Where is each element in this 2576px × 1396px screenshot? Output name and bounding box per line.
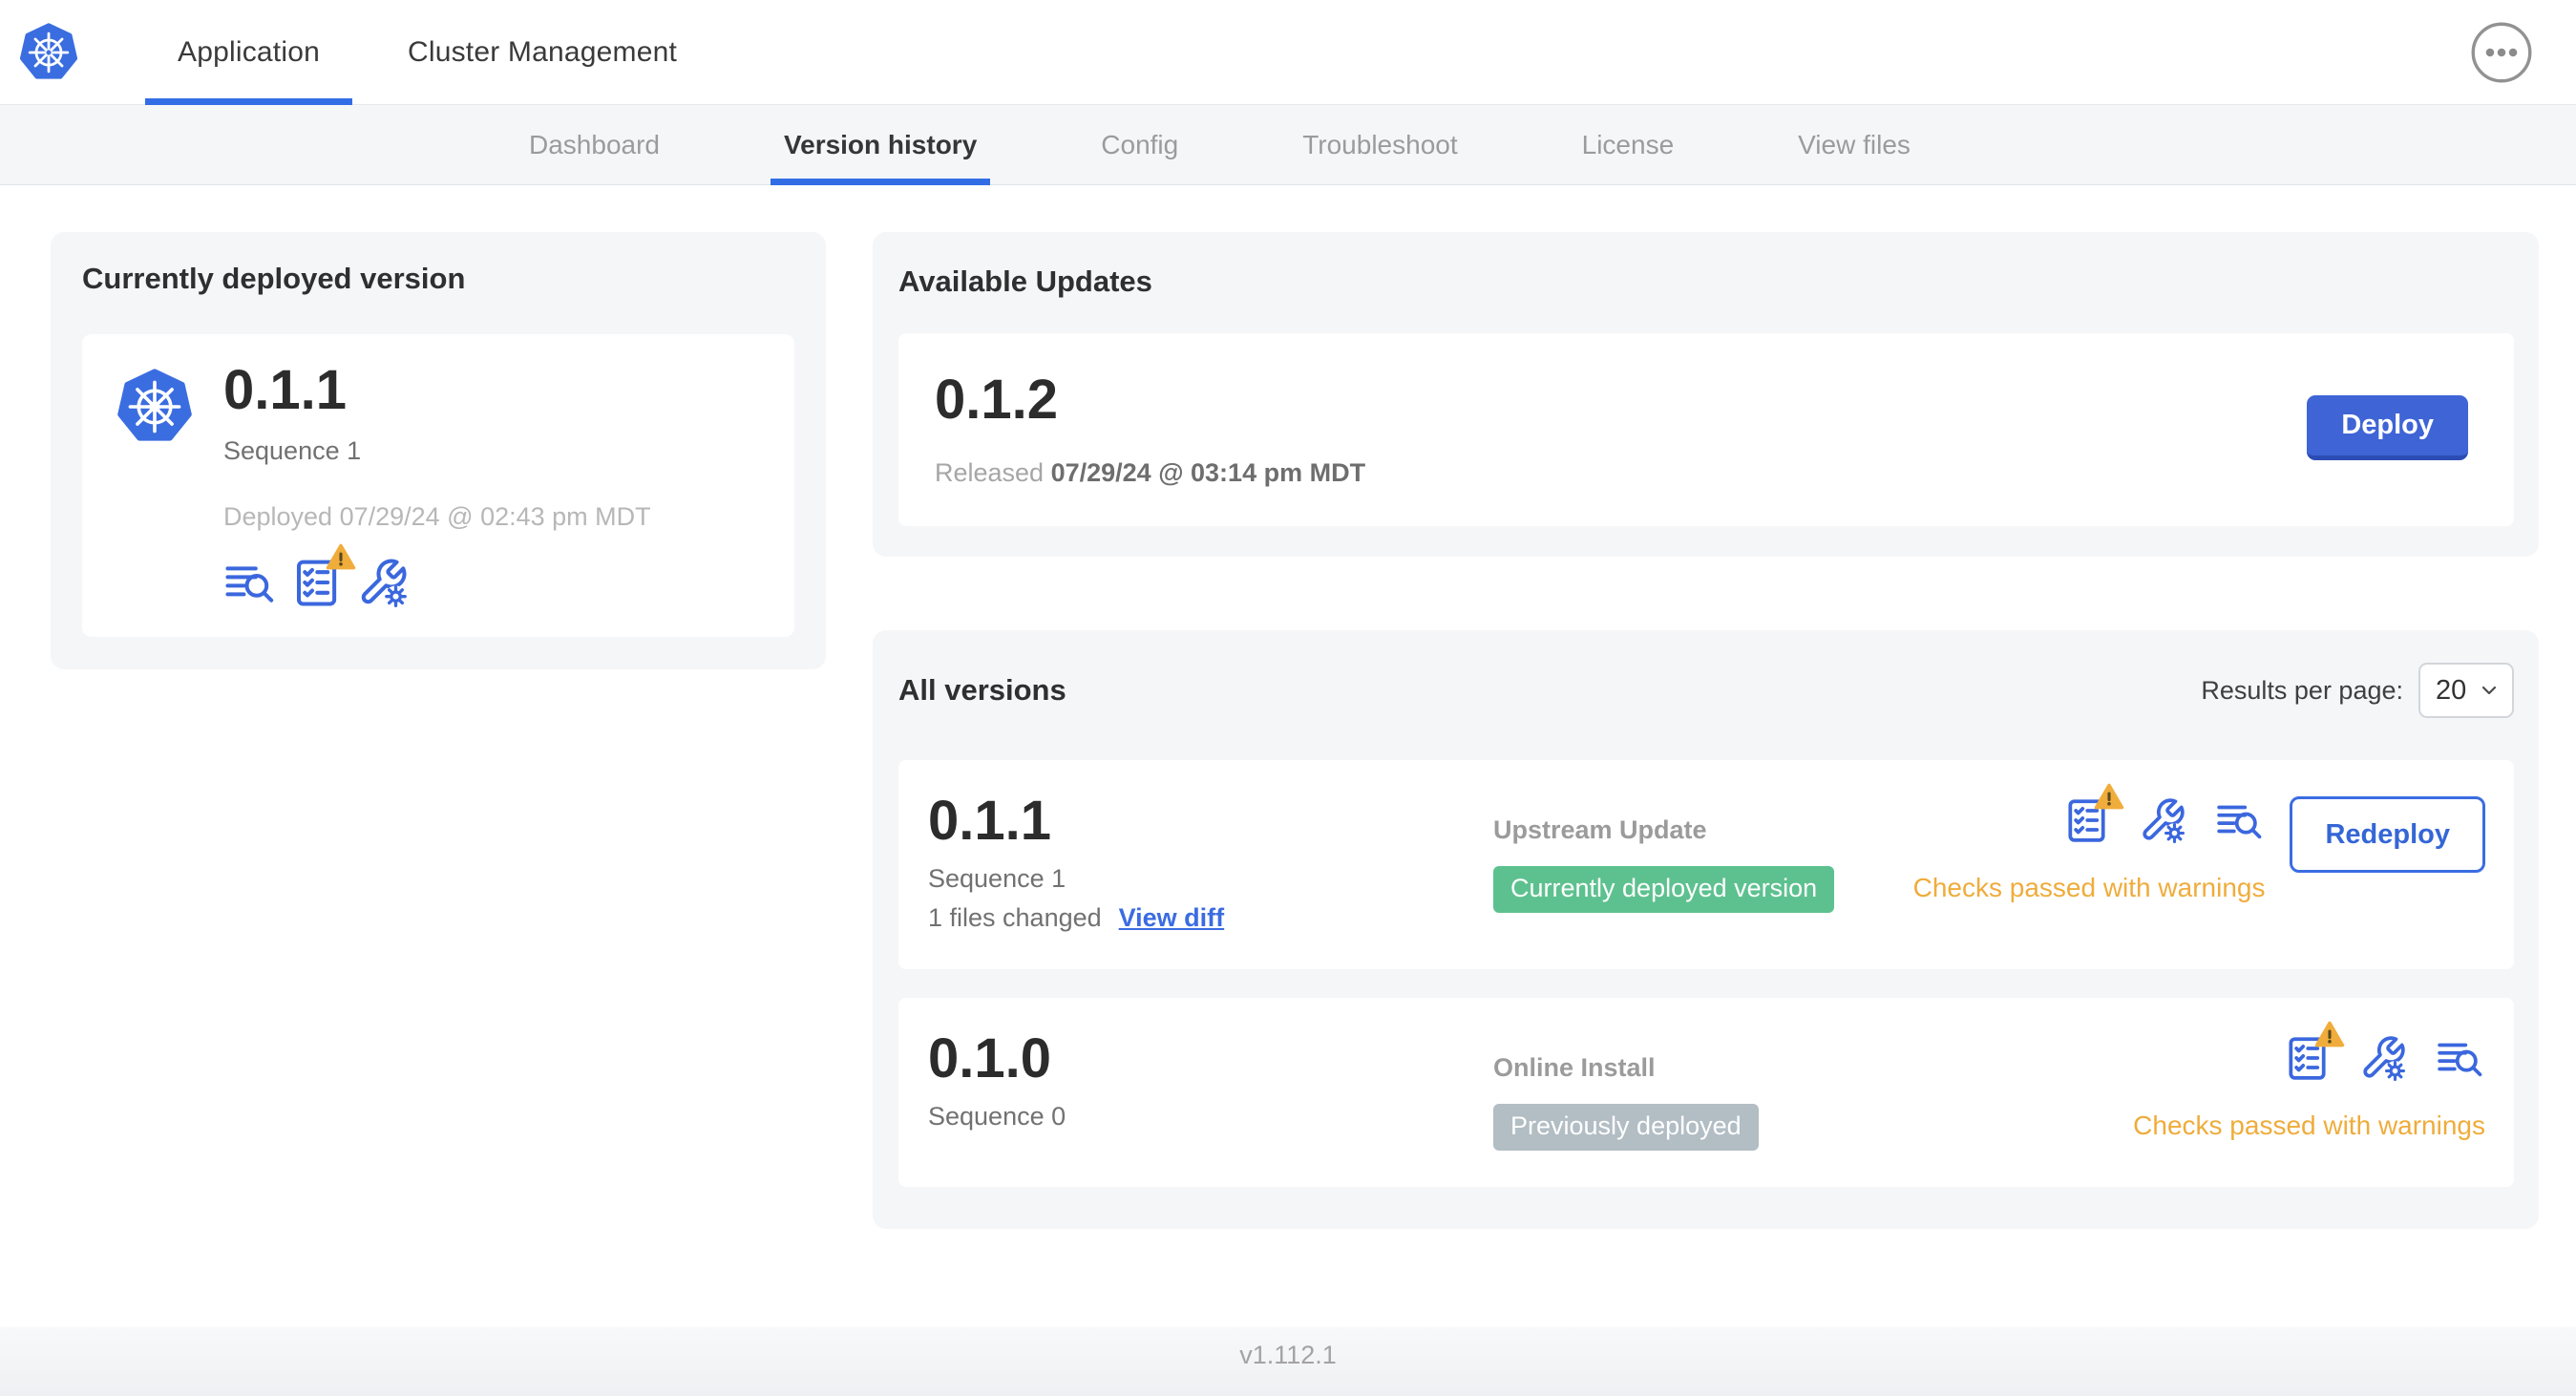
deploy-button[interactable]: Deploy [2307, 395, 2468, 460]
currently-deployed-details: 0.1.1 Sequence 1 Deployed 07/29/24 @ 02:… [223, 359, 651, 608]
available-updates-panel: Available Updates 0.1.2 Released 07/29/2… [873, 232, 2539, 557]
version-info: 0.1.0 Sequence 0 [928, 1026, 1493, 1132]
warning-triangle-icon [2314, 1021, 2345, 1047]
header-tab-application[interactable]: Application [134, 0, 364, 105]
version-number: 0.1.0 [928, 1026, 1051, 1089]
update-version-number: 0.1.2 [935, 369, 1058, 431]
app-header: Application Cluster Management [0, 0, 2576, 105]
update-details: 0.1.2 Released 07/29/24 @ 03:14 pm MDT [935, 368, 1365, 488]
kubernetes-logo [19, 22, 78, 79]
warning-triangle-icon [2095, 783, 2124, 810]
version-info: 0.1.1 Sequence 1 1 files changed View di… [928, 790, 1493, 933]
currently-deployed-card: 0.1.1 Sequence 1 Deployed 07/29/24 @ 02:… [82, 334, 794, 637]
update-released-line: Released 07/29/24 @ 03:14 pm MDT [935, 458, 1365, 488]
released-label: Released [935, 458, 1045, 487]
app-subnav: Dashboard Version history Config Trouble… [0, 105, 2576, 185]
version-action-icons: Checks passed with warnings [1913, 783, 2266, 903]
version-number: 0.1.1 [928, 790, 1051, 852]
kubernetes-app-icon [117, 369, 192, 441]
version-actions: Checks passed with warnings Redeploy [1913, 783, 2485, 903]
tab-config-label: Config [1101, 129, 1179, 159]
tab-version-history[interactable]: Version history [770, 105, 991, 185]
currently-deployed-panel: Currently deployed version 0.1.1 Sequenc… [51, 232, 826, 669]
preflight-checks-warning-icon[interactable] [2283, 1021, 2345, 1082]
tab-license-label: License [1581, 129, 1675, 159]
deployed-timestamp: Deployed 07/29/24 @ 02:43 pm MDT [223, 501, 651, 531]
update-card: 0.1.2 Released 07/29/24 @ 03:14 pm MDT D… [898, 333, 2514, 526]
edit-config-icon[interactable] [2139, 796, 2186, 844]
version-history-page: Application Cluster Management Dashboard… [0, 0, 2576, 1396]
results-per-page-value: 20 [2436, 674, 2467, 706]
version-source-block: Upstream Update Currently deployed versi… [1493, 793, 1835, 913]
header-tab-cluster-management-label: Cluster Management [407, 35, 678, 68]
release-notes-icon[interactable] [2215, 796, 2263, 844]
currently-deployed-title: Currently deployed version [82, 262, 466, 295]
tab-troubleshoot[interactable]: Troubleshoot [1302, 105, 1457, 184]
released-timestamp: 07/29/24 @ 03:14 pm MDT [1050, 458, 1366, 487]
tab-dashboard-label: Dashboard [529, 129, 660, 159]
status-badge: Previously deployed [1493, 1103, 1759, 1151]
icons-row [2062, 783, 2265, 844]
page-footer: v1.112.1 [0, 1327, 2576, 1396]
tab-config[interactable]: Config [1101, 105, 1178, 184]
edit-config-icon[interactable] [2359, 1034, 2407, 1082]
status-badge: Currently deployed version [1493, 866, 1835, 913]
tab-view-files-label: View files [1798, 129, 1911, 159]
preflight-checks-warning-icon[interactable] [290, 543, 356, 608]
available-updates-title: Available Updates [898, 264, 1152, 298]
preflight-checks-warning-icon[interactable] [2062, 783, 2124, 844]
preflight-checks-status[interactable]: Checks passed with warnings [2133, 1110, 2485, 1141]
all-versions-title: All versions [898, 673, 1066, 707]
redeploy-button[interactable]: Redeploy [2290, 796, 2485, 873]
header-tab-application-label: Application [178, 35, 320, 68]
tab-dashboard[interactable]: Dashboard [529, 105, 660, 184]
ellipsis-icon[interactable] [2469, 20, 2534, 85]
version-source: Upstream Update [1493, 815, 1707, 844]
right-column: Available Updates 0.1.2 Released 07/29/2… [873, 232, 2539, 1229]
all-versions-header: All versions Results per page: 20 [898, 663, 2514, 718]
results-per-page-label: Results per page: [2201, 675, 2403, 705]
version-action-icons: Checks passed with warnings [2133, 1021, 2485, 1141]
header-tab-cluster-management[interactable]: Cluster Management [364, 0, 721, 104]
version-source: Online Install [1493, 1052, 1656, 1082]
version-row-0-1-0: 0.1.0 Sequence 0 Online Install Previous… [898, 997, 2514, 1187]
tab-license[interactable]: License [1582, 105, 1675, 184]
files-changed-line: 1 files changed View diff [928, 903, 1493, 933]
view-diff-link[interactable]: View diff [1119, 903, 1225, 933]
version-actions: Checks passed with warnings [2133, 1021, 2485, 1141]
results-per-page-select[interactable]: 20 [2418, 663, 2514, 718]
tab-version-history-label: Version history [783, 129, 978, 159]
edit-config-icon[interactable] [357, 557, 409, 608]
chevron-down-icon [2481, 686, 2497, 695]
deployed-version-actions [223, 543, 651, 608]
preflight-checks-status[interactable]: Checks passed with warnings [1913, 873, 2266, 903]
version-row-0-1-1: 0.1.1 Sequence 1 1 files changed View di… [898, 760, 2514, 969]
version-source-block: Online Install Previously deployed [1493, 1030, 1759, 1151]
version-sequence: Sequence 0 [928, 1101, 1066, 1131]
release-notes-icon[interactable] [2436, 1034, 2483, 1082]
files-changed-text: 1 files changed [928, 902, 1102, 932]
main-content: Currently deployed version 0.1.1 Sequenc… [0, 185, 2576, 1229]
results-per-page: Results per page: 20 [2201, 663, 2514, 718]
deployed-sequence: Sequence 1 [223, 435, 362, 465]
all-versions-panel: All versions Results per page: 20 0.1.1 … [873, 630, 2539, 1229]
deployed-version-number: 0.1.1 [223, 359, 347, 421]
version-sequence: Sequence 1 [928, 863, 1066, 893]
tab-view-files[interactable]: View files [1798, 105, 1911, 184]
warning-triangle-icon [326, 543, 356, 570]
header-tabs: Application Cluster Management [134, 0, 721, 105]
release-notes-icon[interactable] [223, 557, 275, 608]
tab-troubleshoot-label: Troubleshoot [1302, 129, 1458, 159]
icons-row [2283, 1021, 2485, 1082]
admin-console-version: v1.112.1 [1239, 1341, 1337, 1369]
